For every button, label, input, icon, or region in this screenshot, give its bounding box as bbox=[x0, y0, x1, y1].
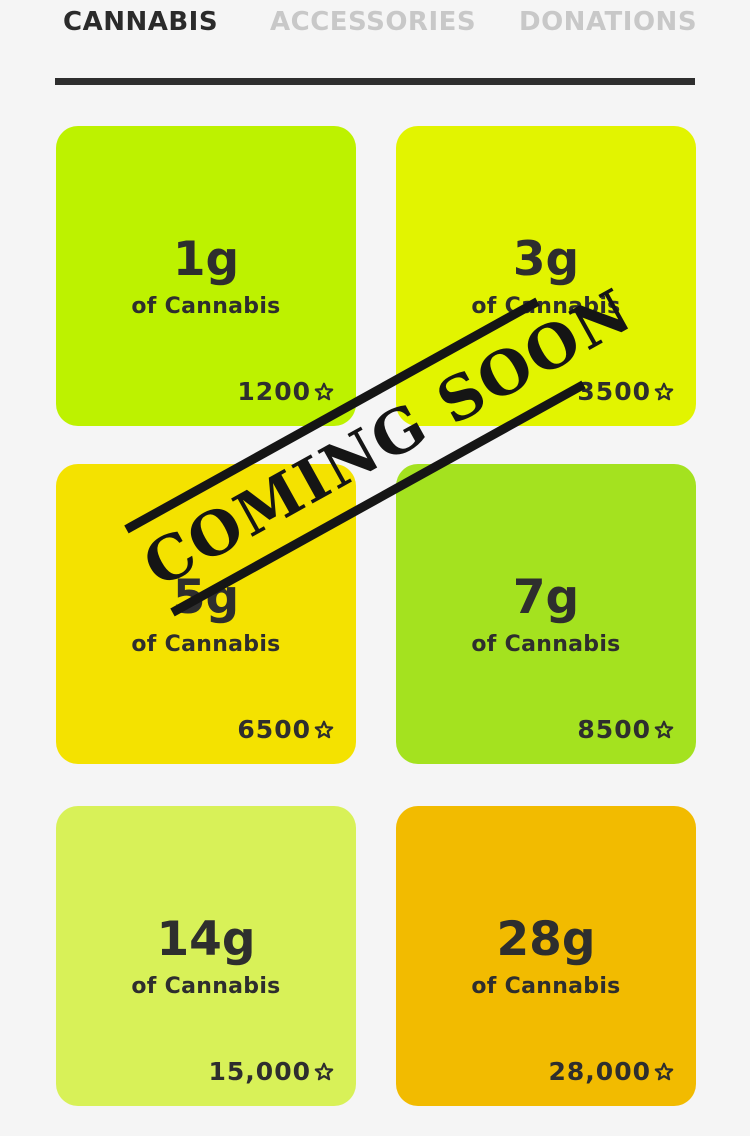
product-price: 6500 bbox=[237, 715, 311, 744]
product-card-28g[interactable]: 28g of Cannabis 28,000 bbox=[396, 806, 696, 1106]
flower-icon bbox=[654, 1062, 674, 1080]
product-price: 15,000 bbox=[208, 1057, 311, 1086]
product-card-14g[interactable]: 14g of Cannabis 15,000 bbox=[56, 806, 356, 1106]
price-row: 6500 bbox=[237, 715, 334, 744]
product-price: 3500 bbox=[577, 377, 651, 406]
product-amount: 28g bbox=[496, 912, 596, 967]
category-tabs: CANNABIS ACCESSORIES DONATIONS bbox=[0, 0, 750, 50]
tab-underline bbox=[55, 78, 695, 85]
flower-icon bbox=[314, 1062, 334, 1080]
flower-icon bbox=[314, 382, 334, 400]
price-row: 8500 bbox=[577, 715, 674, 744]
product-price: 28,000 bbox=[548, 1057, 651, 1086]
product-amount: 3g bbox=[512, 232, 580, 287]
product-amount: 1g bbox=[172, 232, 240, 287]
product-subtitle: of Cannabis bbox=[471, 632, 621, 657]
flower-icon bbox=[654, 720, 674, 738]
price-row: 15,000 bbox=[209, 1057, 334, 1086]
price-row: 3500 bbox=[577, 377, 674, 406]
product-amount: 7g bbox=[512, 570, 580, 625]
flower-icon bbox=[654, 382, 674, 400]
price-row: 28,000 bbox=[549, 1057, 674, 1086]
tab-cannabis[interactable]: CANNABIS bbox=[63, 7, 218, 37]
price-row: 1200 bbox=[237, 377, 334, 406]
product-subtitle: of Cannabis bbox=[471, 974, 621, 999]
product-price: 8500 bbox=[577, 715, 651, 744]
product-subtitle: of Cannabis bbox=[131, 294, 281, 319]
product-card-1g[interactable]: 1g of Cannabis 1200 bbox=[56, 126, 356, 426]
tab-accessories[interactable]: ACCESSORIES bbox=[270, 7, 476, 37]
product-card-7g[interactable]: 7g of Cannabis 8500 bbox=[396, 464, 696, 764]
product-subtitle: of Cannabis bbox=[131, 974, 281, 999]
tab-donations[interactable]: DONATIONS bbox=[519, 7, 697, 37]
product-price: 1200 bbox=[237, 377, 311, 406]
flower-icon bbox=[314, 720, 334, 738]
product-subtitle: of Cannabis bbox=[131, 632, 281, 657]
product-amount: 14g bbox=[156, 912, 256, 967]
